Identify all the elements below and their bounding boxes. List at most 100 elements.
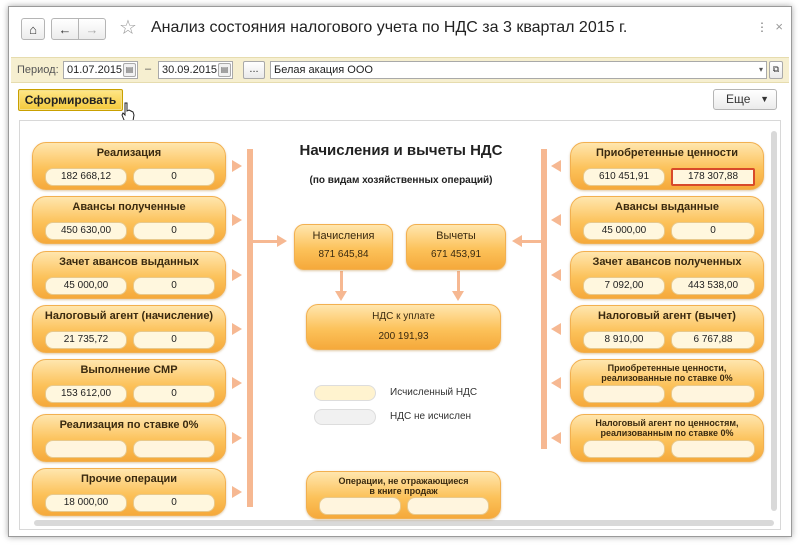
arrow-right-icon bbox=[232, 214, 242, 226]
legend-swatch-calculated bbox=[314, 385, 376, 401]
horizontal-scrollbar[interactable] bbox=[34, 520, 774, 526]
left-card-value-1[interactable]: 18 000,00 bbox=[45, 494, 127, 512]
left-connector bbox=[247, 149, 253, 507]
right-card-1[interactable]: Приобретенные ценности 610 451,91 178 307,… bbox=[570, 142, 764, 190]
right-card-value-1[interactable]: 7 092,00 bbox=[583, 277, 665, 295]
right-card-title: Налоговый агент по ценностям, реализован… bbox=[595, 418, 739, 438]
period-select-button[interactable]: ... bbox=[243, 61, 265, 79]
arrow-left-icon bbox=[551, 160, 561, 172]
right-card-3[interactable]: Зачет авансов полученных 7 092,00 443 538,… bbox=[570, 251, 764, 299]
window-title: Анализ состояния налогового учета по НДС… bbox=[151, 19, 628, 36]
period-from-field[interactable]: 01.07.2015 ▤ bbox=[63, 61, 138, 79]
chevron-down-icon: ▼ bbox=[760, 94, 769, 104]
forward-arrow-icon: → bbox=[85, 21, 99, 37]
right-card-title: Авансы выданные bbox=[615, 201, 719, 213]
right-to-deductions-line bbox=[522, 240, 541, 243]
arrow-right-icon bbox=[232, 432, 242, 444]
left-card-value-2[interactable]: 0 bbox=[133, 494, 215, 512]
left-card-value-2[interactable]: 0 bbox=[133, 222, 215, 240]
left-card-value-1[interactable]: 45 000,00 bbox=[45, 277, 127, 295]
left-card-7[interactable]: Прочие операции 18 000,00 0 bbox=[32, 468, 226, 516]
left-card-value-2[interactable]: 0 bbox=[133, 385, 215, 403]
arrow-left-icon bbox=[551, 377, 561, 389]
left-card-4[interactable]: Налоговый агент (начисление) 21 735,72 0 bbox=[32, 305, 226, 353]
left-card-value-2[interactable]: 0 bbox=[133, 168, 215, 186]
right-card-value-1[interactable]: 8 910,00 bbox=[583, 331, 665, 349]
left-card-6[interactable]: Реализация по ставке 0% bbox=[32, 414, 226, 462]
accruals-title: Начисления bbox=[312, 230, 375, 242]
left-card-1[interactable]: Реализация 182 668,12 0 bbox=[32, 142, 226, 190]
period-to-field[interactable]: 30.09.2015 ▤ bbox=[158, 61, 233, 79]
not-reflected-card[interactable]: Операции, не отражающиеся в книге продаж bbox=[306, 471, 501, 519]
calendar-icon[interactable]: ▤ bbox=[123, 63, 136, 77]
arrow-right-icon bbox=[277, 235, 287, 247]
legend-swatch-not-calculated bbox=[314, 409, 376, 425]
right-card-value-2[interactable]: 443 538,00 bbox=[671, 277, 755, 295]
calendar-icon[interactable]: ▤ bbox=[218, 63, 231, 77]
legend-label-calculated: Исчисленный НДС bbox=[390, 387, 478, 398]
favorite-star-icon[interactable]: ☆ bbox=[119, 15, 137, 40]
back-button[interactable]: ← bbox=[51, 18, 79, 40]
menu-dots-icon[interactable]: ⋮ bbox=[756, 20, 769, 34]
right-card-value-1[interactable]: 610 451,91 bbox=[583, 168, 665, 186]
left-to-accruals-line bbox=[253, 240, 279, 243]
left-card-value-1[interactable]: 450 630,00 bbox=[45, 222, 127, 240]
accruals-down-line bbox=[340, 271, 343, 293]
left-card-value-1[interactable] bbox=[45, 440, 127, 458]
home-button[interactable]: ⌂ bbox=[21, 18, 45, 40]
period-label: Период: bbox=[17, 64, 59, 76]
left-card-value-1[interactable]: 153 612,00 bbox=[45, 385, 127, 403]
close-icon[interactable]: × bbox=[775, 19, 783, 34]
organization-field[interactable]: Белая акация ООО ▾ bbox=[270, 61, 767, 79]
left-card-title: Реализация bbox=[96, 147, 162, 159]
right-card-value-2[interactable]: 178 307,88 bbox=[671, 168, 755, 186]
period-dash: – bbox=[145, 63, 152, 75]
left-card-2[interactable]: Авансы полученные 450 630,00 0 bbox=[32, 196, 226, 244]
arrow-right-icon bbox=[232, 323, 242, 335]
left-card-value-1[interactable]: 21 735,72 bbox=[45, 331, 127, 349]
right-card-value-2[interactable] bbox=[671, 385, 755, 403]
legend-label-not-calculated: НДС не исчислен bbox=[390, 411, 472, 422]
vat-payable-card[interactable]: НДС к уплате 200 191,93 bbox=[306, 304, 501, 350]
right-card-4[interactable]: Налоговый агент (вычет) 8 910,00 6 767,88 bbox=[570, 305, 764, 353]
left-card-5[interactable]: Выполнение СМР 153 612,00 0 bbox=[32, 359, 226, 407]
open-organization-icon[interactable]: ⧉ bbox=[769, 61, 783, 79]
arrow-left-icon bbox=[551, 269, 561, 281]
right-card-value-1[interactable] bbox=[583, 440, 665, 458]
deductions-card[interactable]: Вычеты 671 453,91 bbox=[406, 224, 506, 270]
right-card-value-2[interactable] bbox=[671, 440, 755, 458]
arrow-right-icon bbox=[232, 377, 242, 389]
left-card-value-2[interactable]: 0 bbox=[133, 277, 215, 295]
right-card-2[interactable]: Авансы выданные 45 000,00 0 bbox=[570, 196, 764, 244]
report-window: ⌂ ← → ☆ Анализ состояния налогового учет… bbox=[8, 6, 792, 537]
left-card-value-2[interactable] bbox=[133, 440, 215, 458]
home-icon: ⌂ bbox=[29, 21, 37, 37]
more-button[interactable]: Еще ▼ bbox=[713, 89, 777, 110]
more-button-label: Еще bbox=[726, 92, 751, 106]
arrow-left-icon bbox=[551, 214, 561, 226]
not-reflected-title: Операции, не отражающиеся в книге продаж bbox=[338, 476, 469, 496]
accruals-value: 871 645,84 bbox=[318, 249, 369, 260]
right-card-value-1[interactable]: 45 000,00 bbox=[583, 222, 665, 240]
right-card-value-2[interactable]: 0 bbox=[671, 222, 755, 240]
title-bar: ⌂ ← → ☆ Анализ состояния налогового учет… bbox=[9, 7, 791, 49]
right-card-value-2[interactable]: 6 767,88 bbox=[671, 331, 755, 349]
right-card-value-1[interactable] bbox=[583, 385, 665, 403]
arrow-right-icon bbox=[232, 160, 242, 172]
accruals-card[interactable]: Начисления 871 645,84 bbox=[294, 224, 393, 270]
arrow-left-icon bbox=[512, 235, 522, 247]
deductions-down-line bbox=[457, 271, 460, 293]
deductions-title: Вычеты bbox=[436, 230, 476, 242]
left-card-value-2[interactable]: 0 bbox=[133, 331, 215, 349]
left-card-3[interactable]: Зачет авансов выданных 45 000,00 0 bbox=[32, 251, 226, 299]
left-card-value-1[interactable]: 182 668,12 bbox=[45, 168, 127, 186]
generate-button[interactable]: Сформировать bbox=[18, 89, 123, 111]
left-card-title: Выполнение СМР bbox=[80, 364, 178, 376]
dropdown-icon[interactable]: ▾ bbox=[759, 62, 763, 78]
left-card-title: Прочие операции bbox=[81, 473, 177, 485]
forward-button[interactable]: → bbox=[78, 18, 106, 40]
right-card-5[interactable]: Приобретенные ценности, реализованные по… bbox=[570, 359, 764, 407]
organization-value: Белая акация ООО bbox=[274, 64, 373, 76]
right-card-6[interactable]: Налоговый агент по ценностям, реализован… bbox=[570, 414, 764, 462]
vertical-scrollbar[interactable] bbox=[771, 131, 777, 511]
